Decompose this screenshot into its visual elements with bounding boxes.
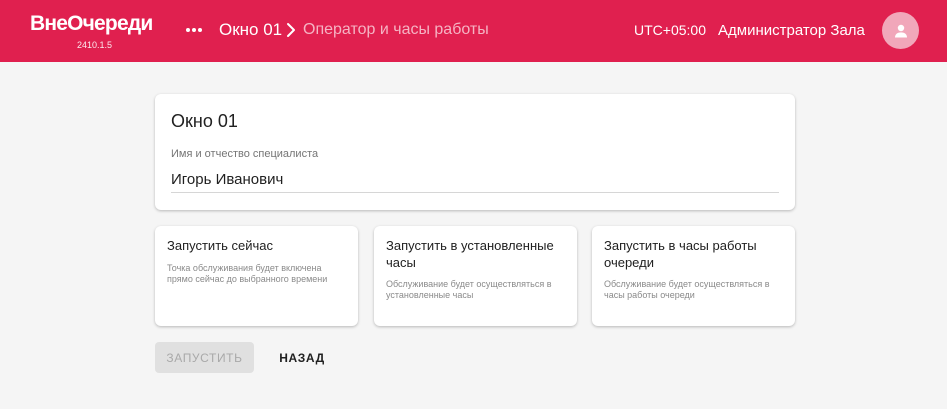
app-version: 2410.1.5 <box>77 40 113 50</box>
option-description: Обслуживание будет осуществляться в уста… <box>386 279 552 300</box>
option-title: Запустить в часы работы очереди <box>604 238 757 270</box>
option-description: Точка обслуживания будет включена прямо … <box>167 263 328 284</box>
person-icon <box>894 24 907 37</box>
option-description: Обслуживание будет осуществляться в часы… <box>604 279 770 300</box>
specialist-name-label: Имя и отчество специалиста <box>171 148 319 160</box>
start-now-option[interactable]: Запустить сейчас Точка обслуживания буде… <box>155 226 358 326</box>
app-logo[interactable]: ВнеОчереди <box>30 12 153 36</box>
start-scheduled-option[interactable]: Запустить в установленные часы Обслужива… <box>374 226 577 326</box>
breadcrumb-current: Оператор и часы работы <box>303 21 489 38</box>
user-name[interactable]: Администратор Зала <box>718 21 865 40</box>
start-button[interactable]: ЗАПУСТИТЬ <box>155 342 254 373</box>
back-button[interactable]: НАЗАД <box>266 342 338 373</box>
start-queue-hours-option[interactable]: Запустить в часы работы очереди Обслужив… <box>592 226 795 326</box>
chevron-right-icon <box>287 23 295 37</box>
operator-card: Окно 01 Имя и отчество специалиста <box>155 94 795 210</box>
option-title: Запустить в установленные часы <box>386 238 554 270</box>
avatar[interactable] <box>882 12 919 49</box>
card-title: Окно 01 <box>171 111 238 131</box>
specialist-name-input[interactable] <box>171 167 779 193</box>
more-horizontal-icon[interactable] <box>184 20 204 40</box>
timezone-label: UTC+05:00 <box>634 22 706 38</box>
top-app-bar: ВнеОчереди 2410.1.5 Окно 01 Оператор и ч… <box>0 0 947 62</box>
breadcrumb-window[interactable]: Окно 01 <box>219 20 282 40</box>
option-title: Запустить сейчас <box>167 238 274 253</box>
